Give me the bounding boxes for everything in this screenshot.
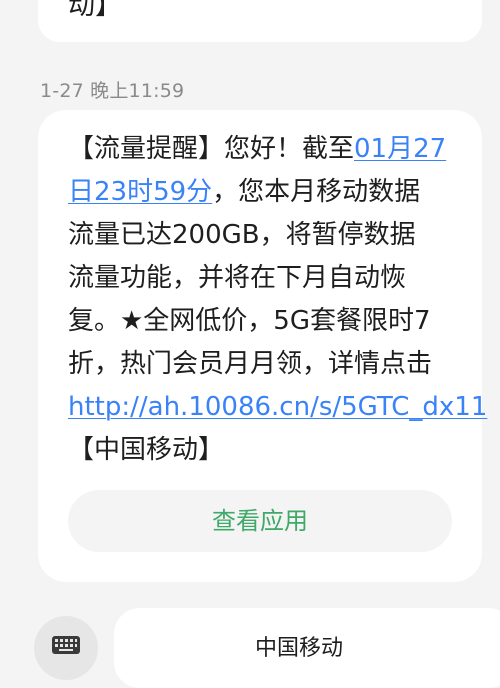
- previous-message-bubble: 动】: [38, 0, 482, 42]
- keyboard-toggle-button[interactable]: [34, 616, 98, 680]
- message-bubble: 【流量提醒】您好！截至01月27 日23时59分，您本月移动数据 流量已达200…: [38, 110, 487, 582]
- message-line: http://ah.10086.cn/s/5GTC_dx11: [68, 386, 487, 429]
- message-line: 折，热门会员月月领，详情点击: [68, 343, 468, 386]
- url-link[interactable]: http://ah.10086.cn/s/5GTC_dx11: [68, 392, 487, 422]
- bottom-bar: 中国移动: [0, 596, 500, 688]
- message-line: 【流量提醒】您好！截至01月27: [68, 128, 468, 171]
- line-text: 【流量提醒】您好！截至: [68, 134, 355, 164]
- previous-message-text: 动】: [68, 0, 122, 21]
- line-text: 折，热门会员月月领，详情点击: [68, 349, 433, 379]
- keyboard-icon: [52, 636, 80, 654]
- message-line: 日23时59分，您本月移动数据: [68, 171, 468, 214]
- line-text: 复。★全网低价，5G套餐限时7: [68, 306, 431, 336]
- line-text: 流量功能，并将在下月自动恢: [68, 263, 407, 293]
- message-line: 流量功能，并将在下月自动恢: [68, 257, 468, 300]
- date-link[interactable]: 日23时59分: [68, 177, 212, 207]
- message-line: 流量已达200GB，将暂停数据: [68, 214, 468, 257]
- view-app-button[interactable]: 查看应用: [68, 490, 452, 552]
- line-text: ，您本月移动数据: [212, 177, 421, 207]
- date-link[interactable]: 01月27: [354, 134, 446, 164]
- menu-item-china-mobile[interactable]: 中国移动: [114, 634, 484, 664]
- message-timestamp: 1-27 晚上11:59: [40, 80, 185, 102]
- line-text: 流量已达200GB，将暂停数据: [68, 220, 416, 250]
- sender-signature: 【中国移动】: [68, 435, 225, 465]
- message-text: 【流量提醒】您好！截至01月27 日23时59分，您本月移动数据 流量已达200…: [68, 128, 487, 472]
- service-menu: 中国移动: [114, 608, 500, 688]
- message-line: 【中国移动】: [68, 429, 468, 472]
- message-line: 复。★全网低价，5G套餐限时7: [68, 300, 468, 343]
